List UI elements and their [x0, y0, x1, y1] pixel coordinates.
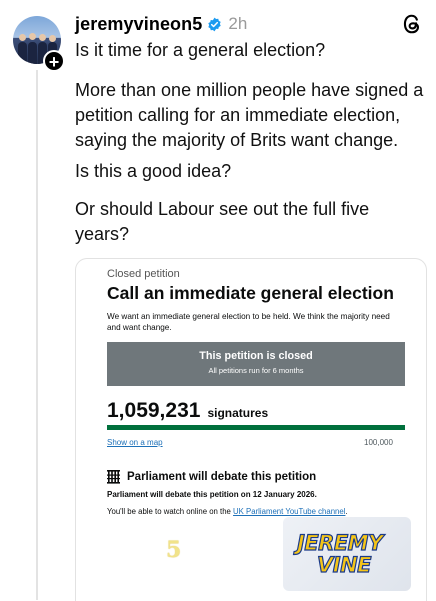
- signature-progress-bar: [107, 425, 405, 430]
- petition-description: We want an immediate general election to…: [107, 312, 390, 332]
- petition-status-label: Closed petition: [107, 268, 180, 280]
- post-paragraph-2: More than one million people have signed…: [75, 80, 424, 150]
- closed-banner-title: This petition is closed: [199, 350, 313, 362]
- petition-title: Call an immediate general election: [107, 283, 394, 303]
- post-time: 2h: [228, 14, 248, 33]
- portcullis-icon: [107, 470, 120, 484]
- username[interactable]: jeremyvineon5: [75, 14, 202, 35]
- signature-target: 100,000: [364, 438, 393, 447]
- threads-logo-icon[interactable]: [401, 13, 423, 35]
- signature-progress-fill: [107, 425, 405, 430]
- avatar-wrap[interactable]: +: [13, 16, 65, 72]
- petition-image-card[interactable]: Closed petition Call an immediate genera…: [75, 258, 427, 601]
- closed-banner: This petition is closed All petitions ru…: [107, 342, 405, 386]
- jeremy-vine-logo: JEREMY VINE: [283, 517, 411, 591]
- post-paragraph-1: Is it time for a general election?: [75, 40, 326, 60]
- verified-badge-icon: [208, 17, 222, 31]
- youtube-channel-link[interactable]: UK Parliament YouTube channel: [233, 507, 345, 516]
- post-header: jeremyvineon5 2h: [75, 13, 247, 35]
- debate-title: Parliament will debate this petition: [127, 470, 317, 483]
- logo-line-1: JEREMY: [296, 530, 383, 555]
- debate-heading: Parliament will debate this petition: [107, 469, 316, 484]
- follow-plus-icon[interactable]: +: [43, 50, 65, 72]
- thread-line: [36, 70, 38, 600]
- signature-row: 1,059,231 signatures: [107, 399, 268, 423]
- show-on-map-link[interactable]: Show on a map: [107, 438, 163, 447]
- watch-online-text: You'll be able to watch online on the UK…: [107, 507, 348, 516]
- channel-5-watermark: 5: [166, 537, 182, 563]
- watch-prefix: You'll be able to watch online on the: [107, 507, 234, 516]
- watch-suffix: .: [345, 507, 348, 516]
- post-paragraph-4: Or should Labour see out the full five y…: [75, 199, 370, 244]
- logo-line-2: VINE: [316, 552, 372, 577]
- signature-count: 1,059,231: [107, 399, 201, 422]
- closed-banner-subtitle: All petitions run for 6 months: [208, 366, 304, 375]
- signature-label: signatures: [207, 406, 269, 420]
- debate-date: Parliament will debate this petition on …: [107, 490, 317, 499]
- post-paragraph-3: Is this a good idea?: [75, 161, 232, 181]
